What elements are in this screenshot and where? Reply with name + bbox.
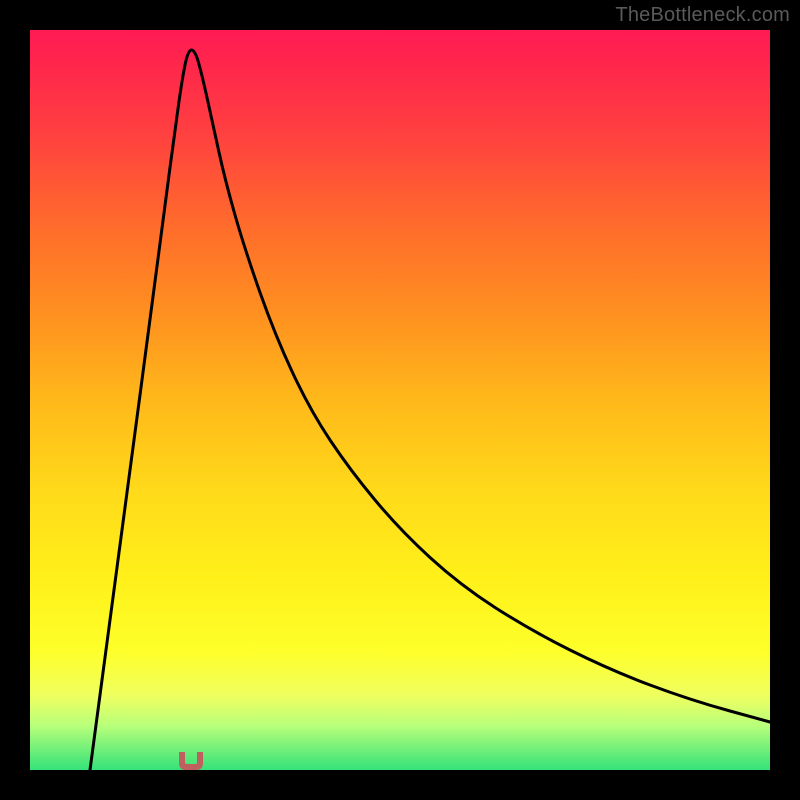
chart-frame: TheBottleneck.com bbox=[0, 0, 800, 800]
minimum-marker bbox=[179, 752, 203, 770]
bottleneck-curve-path bbox=[90, 50, 770, 770]
watermark-text: TheBottleneck.com bbox=[615, 4, 790, 27]
curve-svg bbox=[30, 30, 770, 770]
plot-area bbox=[30, 30, 770, 770]
